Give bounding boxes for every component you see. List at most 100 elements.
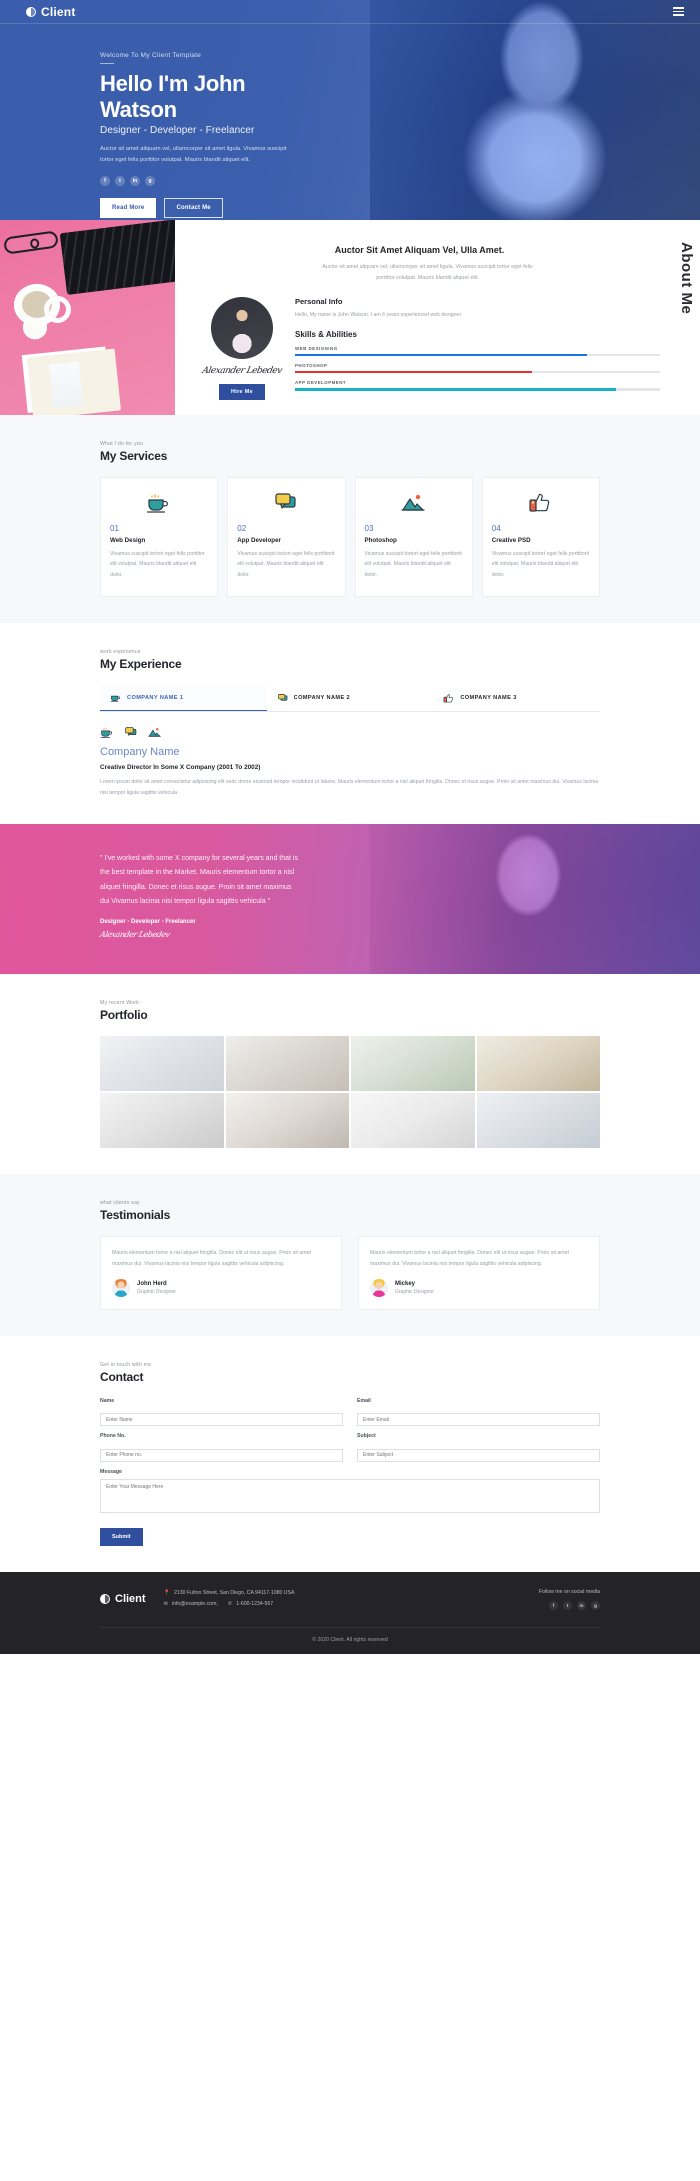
- skill-item: APP DEVELOPMENT: [295, 380, 660, 391]
- footer-phone[interactable]: 1-600-1234-567: [236, 1599, 273, 1610]
- linkedin-icon[interactable]: in: [577, 1600, 586, 1610]
- skill-label: PHOTOSHOP: [295, 363, 328, 369]
- facebook-icon[interactable]: f: [100, 175, 110, 186]
- footer-copyright: © 2020 Client. All rights reserved: [100, 1626, 600, 1654]
- about-signature: Alexander Lebedev: [201, 365, 283, 376]
- skill-label: APP DEVELOPMENT: [295, 380, 347, 386]
- skill-track: [295, 388, 660, 391]
- about-section: About Me Auctor Sit Amet Aliquam Vel, Ul…: [0, 220, 700, 415]
- tab-company-1[interactable]: COMPANY NAME 1: [100, 685, 267, 712]
- experience-icon-row: [100, 726, 600, 739]
- hero-description: Auctor sit amet aliquam vel, ullamcorper…: [100, 146, 287, 164]
- about-info-column: Personal Info Hello, My name is John Wat…: [295, 297, 660, 400]
- about-heading: Auctor Sit Amet Aliquam Vel, Ulla Amet.: [334, 245, 505, 255]
- service-card[interactable]: 03 Photoshop Vivamus suscipit tortort eg…: [354, 477, 473, 598]
- subject-input[interactable]: [357, 1448, 600, 1462]
- footer-follow-text: Follow me on social media: [538, 1588, 600, 1595]
- brand-circle-icon: [100, 1594, 110, 1605]
- testimonial-role: Graphic Designer: [137, 1288, 176, 1295]
- contact-eyebrow: Get in touch with me: [100, 1361, 152, 1368]
- hamburger-bar: [673, 10, 684, 13]
- skill-track: [295, 371, 660, 374]
- service-card[interactable]: 02 App Developer Vivamus suscipit tortor…: [227, 477, 346, 598]
- portfolio-item[interactable]: [225, 1036, 349, 1092]
- portfolio-eyebrow: My recent Work: [100, 1000, 140, 1007]
- read-more-button[interactable]: Read More: [100, 197, 157, 218]
- contact-title: Contact: [100, 1369, 144, 1384]
- quote-section: " I've worked with some X company for se…: [0, 824, 700, 975]
- email-input[interactable]: [357, 1413, 600, 1427]
- contact-section: Get in touch with me Contact Name Email …: [0, 1336, 700, 1572]
- service-text: Vivamus suscipit tortort eget felis port…: [237, 551, 335, 578]
- contact-me-button[interactable]: Contact Me: [164, 197, 223, 218]
- experience-role: Creative Director In Some X Company (200…: [100, 764, 261, 772]
- portfolio-item[interactable]: [351, 1093, 475, 1149]
- mountain-image-icon: [365, 490, 463, 516]
- twitter-icon[interactable]: t: [563, 1600, 572, 1610]
- twitter-icon[interactable]: t: [115, 175, 125, 186]
- portfolio-item[interactable]: [225, 1093, 349, 1149]
- hire-me-button[interactable]: Hire Me: [219, 383, 265, 400]
- testimonial-card: Mauris elementum tortor a nisl aliquet f…: [100, 1236, 342, 1310]
- portfolio-item[interactable]: [351, 1036, 475, 1092]
- service-name: App Developer: [237, 537, 281, 544]
- footer-contact-info: 📍 2130 Fulton Street, San Diego, CA 9411…: [164, 1588, 295, 1611]
- about-paragraph: Auctor sit amet aliquam vel, ullamcorper…: [322, 264, 533, 282]
- keyboard-shape: [59, 220, 175, 295]
- services-grid: 01 Web Design Vivamus suscipit tortort e…: [100, 477, 600, 598]
- submit-button[interactable]: Submit: [100, 1527, 143, 1546]
- greeting-cards-shape: [27, 348, 121, 415]
- testimonials-section: what clients say Testimonials Mauris ele…: [0, 1174, 700, 1336]
- portfolio-item[interactable]: [476, 1036, 600, 1092]
- google-plus-icon[interactable]: g: [591, 1600, 600, 1610]
- portfolio-item[interactable]: [100, 1036, 224, 1092]
- portfolio-item[interactable]: [100, 1093, 224, 1149]
- portfolio-section: My recent Work Portfolio: [0, 974, 700, 1174]
- name-input[interactable]: [100, 1413, 343, 1427]
- experience-text: Lorem ipsum dolor sit amet consectetur a…: [100, 779, 599, 796]
- service-card[interactable]: 01 Web Design Vivamus suscipit tortort e…: [100, 477, 219, 598]
- location-pin-icon: 📍: [163, 1589, 171, 1596]
- skill-track: [295, 354, 660, 357]
- google-plus-icon[interactable]: g: [145, 175, 155, 186]
- coffee-mug-shape: [14, 284, 71, 326]
- experience-title: My Experience: [100, 657, 182, 672]
- service-card[interactable]: 04 Creative PSD Vivamus suscipit tortort…: [481, 477, 600, 598]
- testimonial-role: Graphic Designer: [395, 1288, 434, 1295]
- message-textarea[interactable]: [100, 1478, 600, 1513]
- email-label: Email: [357, 1397, 371, 1404]
- service-name: Web Design: [110, 537, 146, 544]
- service-text: Vivamus suscipit tortort eget felis port…: [491, 551, 590, 578]
- portfolio-grid: [100, 1036, 600, 1149]
- hamburger-icon[interactable]: [673, 7, 684, 16]
- testimonial-card: Mauris elementum tortor a nisl aliquet f…: [358, 1236, 600, 1310]
- hero-divider: [100, 63, 114, 64]
- phone-field-group: Phone No.: [100, 1433, 343, 1462]
- skill-fill: [295, 388, 617, 391]
- skills-heading: Skills & Abilities: [295, 330, 357, 340]
- footer-email[interactable]: info@example.com,: [172, 1599, 218, 1610]
- services-eyebrow: What I do for you: [100, 441, 143, 447]
- testimonial-person-info: John Herd Graphic Designer: [137, 1281, 176, 1295]
- phone-input[interactable]: [100, 1448, 343, 1462]
- footer-brand[interactable]: Client: [100, 1593, 146, 1605]
- service-number: 01: [110, 524, 119, 533]
- facebook-icon[interactable]: f: [549, 1600, 558, 1610]
- phone-icon: ✆: [227, 1601, 233, 1608]
- skill-label: WEB DESIGNING: [295, 346, 338, 352]
- brand-logo[interactable]: Client: [26, 5, 76, 19]
- testimonials-title: Testimonials: [100, 1208, 171, 1223]
- subject-field-group: Subject: [357, 1433, 600, 1462]
- linkedin-icon[interactable]: in: [130, 175, 140, 186]
- services-section: What I do for you My Services 01 Web Des…: [0, 415, 700, 624]
- tab-company-3[interactable]: COMPANY NAME 3: [433, 685, 600, 711]
- avatar: [370, 1278, 388, 1297]
- portfolio-item[interactable]: [476, 1093, 600, 1149]
- tab-label: COMPANY NAME 3: [460, 695, 517, 702]
- footer-top-row: Client 📍 2130 Fulton Street, San Diego, …: [100, 1588, 600, 1627]
- personal-info-heading: Personal Info: [295, 296, 343, 306]
- skill-fill: [295, 354, 587, 357]
- tab-label: COMPANY NAME 1: [127, 694, 184, 701]
- testimonial-text: Mauris elementum tortor a nisl aliquet f…: [370, 1250, 569, 1267]
- tab-company-2[interactable]: COMPANY NAME 2: [267, 685, 434, 711]
